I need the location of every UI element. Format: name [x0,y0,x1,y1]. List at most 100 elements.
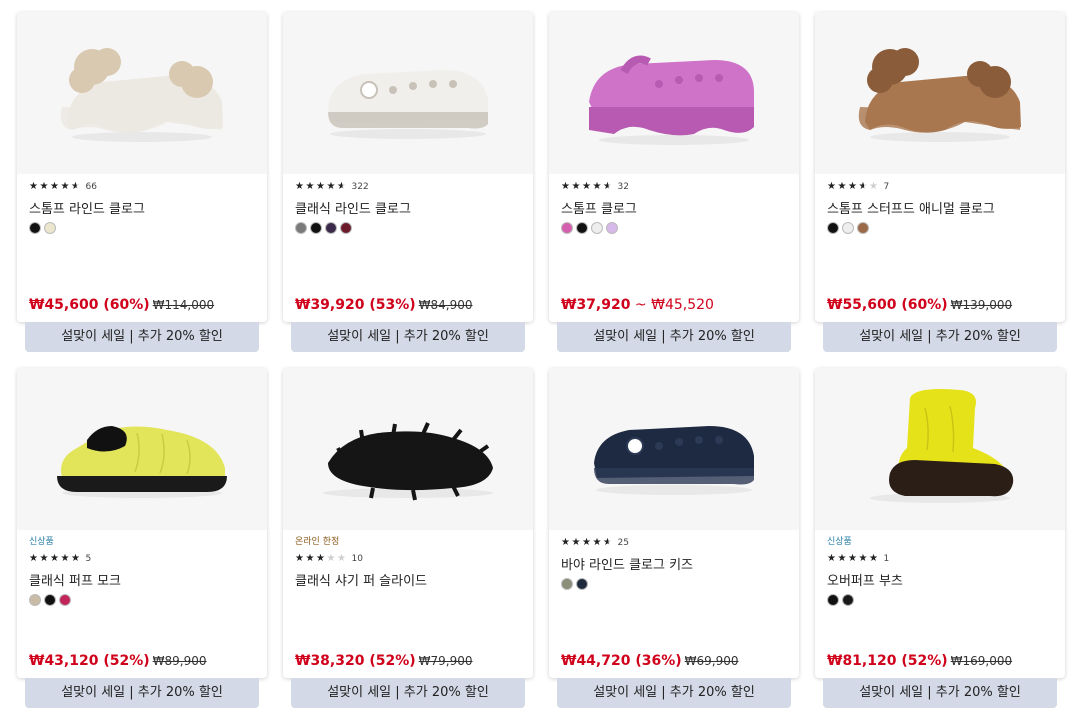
product-image[interactable] [283,12,533,174]
star-icon: ★ [603,181,612,192]
price: ₩38,320 (52%) ₩79,900 [295,653,473,669]
color-swatch[interactable] [44,594,56,606]
star-icon: ★ [858,181,868,192]
star-rating: ★ ★ ★ ★ ★ [827,554,880,564]
product-name[interactable]: 클래식 라인드 클로그 [295,198,525,217]
color-swatch[interactable] [842,222,854,234]
product-card[interactable]: ★ ★ ★ ★ ★ 322 클래식 라인드 클로그 ₩39,920 (53%) ₩84,9… [283,12,533,322]
star-rating: ★ ★ ★ ★ ★ [561,182,614,192]
sale-price: ₩43,120 (52%) [29,653,150,669]
color-swatch[interactable] [576,578,588,590]
promo-banner: 설맞이 세일 | 추가 20% 할인 [291,322,525,352]
product-image[interactable] [283,368,533,530]
product-name[interactable]: 스톰프 클로그 [561,198,791,217]
product-card[interactable]: ★ ★ ★ ★ ★ 66 스톰프 라인드 클로그 ₩45,600 (60%) ₩114,0… [17,12,267,322]
color-swatch[interactable] [827,594,839,606]
star-icon: ★ [295,181,304,192]
star-icon: ★ [71,553,80,564]
color-swatch[interactable] [576,222,588,234]
product-name[interactable]: 스톰프 라인드 클로그 [29,198,259,217]
product-card[interactable]: ★ ★ ★ ★ ★ 25 바야 라인드 클로그 키즈 ₩44,720 (36%) ₩69,… [549,368,799,678]
rating: ★ ★ ★ ★ ★ 32 [561,180,791,194]
star-icon: ★ [326,181,336,192]
star-icon: ★ [305,553,315,564]
review-count: 7 [883,182,890,192]
product-image[interactable] [815,12,1065,174]
shoe-illustration [858,48,1021,142]
color-swatch[interactable] [340,222,352,234]
product-name[interactable]: 클래식 샤기 퍼 슬라이드 [295,570,525,589]
color-swatch[interactable] [857,222,869,234]
rating: ★ ★ ★ ★ ★ 5 [29,552,259,566]
original-price: ₩89,900 [152,654,207,668]
product-card[interactable]: ★ ★ ★ ★ ★ 32 스톰프 클로그 ₩37,920 ~ ₩45,520 [549,12,799,322]
promo-banner: 설맞이 세일 | 추가 20% 할인 [823,322,1057,352]
original-price: ₩79,900 [418,654,473,668]
product-image[interactable] [17,12,267,174]
promo-banner: 설맞이 세일 | 추가 20% 할인 [557,322,791,352]
product-card[interactable]: 신상품 ★ ★ ★ ★ ★ 5 클래식 퍼프 모크 ₩43,120 (52%) ₩89,9… [17,368,267,678]
star-icon: ★ [39,553,49,564]
product-name[interactable]: 바야 라인드 클로그 키즈 [561,554,791,573]
color-swatches [561,578,791,590]
star-icon: ★ [326,553,336,564]
promo-banner: 설맞이 세일 | 추가 20% 할인 [25,678,259,708]
shoe-illustration [323,422,493,501]
color-swatches [827,594,1057,606]
product-info: ★ ★ ★ ★ ★ 32 스톰프 클로그 [561,180,791,234]
star-icon: ★ [848,553,857,564]
color-swatch[interactable] [310,222,322,234]
original-price: ₩169,000 [950,654,1013,668]
product-card[interactable]: 온라인 한정 ★ ★ ★ ★ ★ 10 클래식 샤기 퍼 슬라이드 ₩38,320 (5… [283,368,533,678]
price-range-separator: ~ [630,297,652,313]
color-swatches [295,222,525,234]
color-swatch[interactable] [325,222,337,234]
star-icon: ★ [582,181,591,192]
color-swatch[interactable] [29,594,41,606]
shoe-illustration [589,55,754,145]
star-icon: ★ [561,537,570,548]
product-card[interactable]: 신상품 ★ ★ ★ ★ ★ 1 오버퍼프 부츠 ₩81,120 (52%) ₩169,00… [815,368,1065,678]
color-swatch[interactable] [295,222,307,234]
color-swatch[interactable] [827,222,839,234]
product-image[interactable] [17,368,267,530]
shoe-illustration [870,389,1014,503]
star-rating: ★ ★ ★ ★ ★ [295,182,348,192]
star-icon: ★ [295,553,304,564]
star-rating: ★ ★ ★ ★ ★ [29,554,82,564]
star-icon: ★ [848,181,857,192]
star-icon: ★ [827,553,836,564]
product-name[interactable]: 오버퍼프 부츠 [827,570,1057,589]
star-icon: ★ [561,181,570,192]
product-image[interactable] [549,368,799,530]
product-name[interactable]: 클래식 퍼프 모크 [29,570,259,589]
star-rating: ★ ★ ★ ★ ★ [29,182,82,192]
product-info: ★ ★ ★ ★ ★ 66 스톰프 라인드 클로그 [29,180,259,234]
color-swatch[interactable] [606,222,618,234]
price: ₩39,920 (53%) ₩84,900 [295,297,473,313]
product-info: ★ ★ ★ ★ ★ 25 바야 라인드 클로그 키즈 [561,536,791,590]
color-swatch[interactable] [842,594,854,606]
product-info: 신상품 ★ ★ ★ ★ ★ 1 오버퍼프 부츠 [827,536,1057,606]
color-swatch[interactable] [29,222,41,234]
star-icon: ★ [582,537,591,548]
rating: ★ ★ ★ ★ ★ 322 [295,180,525,194]
product-info: ★ ★ ★ ★ ★ 7 스톰프 스터프드 애니멀 클로그 [827,180,1057,234]
star-icon: ★ [29,181,38,192]
rating: ★ ★ ★ ★ ★ 7 [827,180,1057,194]
product-image[interactable] [549,12,799,174]
product-badge: 온라인 한정 [295,537,340,547]
product-image[interactable] [815,368,1065,530]
star-rating: ★ ★ ★ ★ ★ [827,182,880,192]
product-card[interactable]: ★ ★ ★ ★ ★ 7 스톰프 스터프드 애니멀 클로그 ₩55,600 (60%) ₩1… [815,12,1065,322]
rating: ★ ★ ★ ★ ★ 10 [295,552,525,566]
color-swatch[interactable] [59,594,71,606]
review-count: 5 [85,554,92,564]
product-name[interactable]: 스톰프 스터프드 애니멀 클로그 [827,198,1057,217]
color-swatch[interactable] [561,222,573,234]
color-swatch[interactable] [561,578,573,590]
star-icon: ★ [50,181,59,192]
original-price: ₩139,000 [950,298,1013,312]
color-swatch[interactable] [591,222,603,234]
color-swatch[interactable] [44,222,56,234]
